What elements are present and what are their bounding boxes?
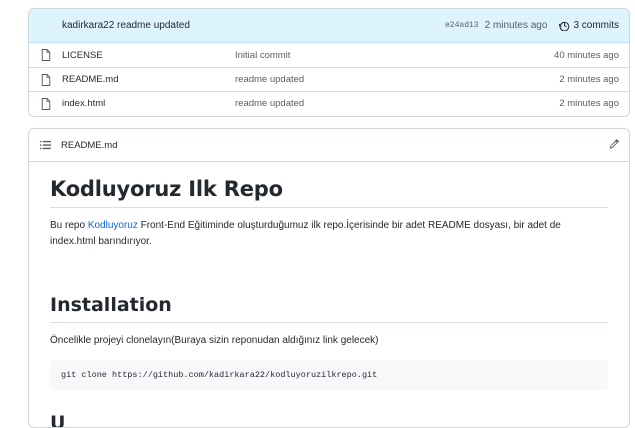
readme-content: Kodluyoruz Ilk Repo Bu repo Kodluyoruz F…: [29, 177, 629, 427]
intro-text-start: Bu repo: [50, 220, 88, 231]
installation-heading: Installation: [50, 294, 608, 323]
file-commit-message[interactable]: readme updated: [235, 74, 559, 85]
commit-message[interactable]: readme updated: [117, 20, 190, 31]
readme-heading: Kodluyoruz Ilk Repo: [50, 177, 608, 208]
edit-pencil-icon[interactable]: [609, 138, 619, 152]
commits-count[interactable]: 3 commits: [573, 20, 619, 31]
commit-author[interactable]: kadirkara22: [62, 20, 114, 31]
commit-time: 2 minutes ago: [484, 20, 548, 31]
readme-intro-paragraph: Bu repo Kodluyoruz Front-End Eğitiminde …: [50, 218, 608, 250]
file-row[interactable]: README.md readme updated 2 minutes ago: [29, 67, 629, 91]
kodluyoruz-link[interactable]: Kodluyoruz: [88, 220, 138, 231]
commit-sha[interactable]: e24ad13: [445, 21, 479, 30]
installation-paragraph: Öncelikle projeyi clonelayın(Buraya sizi…: [50, 335, 379, 346]
file-commit-time: 2 minutes ago: [559, 98, 619, 109]
file-name[interactable]: index.html: [62, 98, 235, 109]
next-heading: U: [50, 412, 608, 427]
commits-link[interactable]: 3 commits: [559, 20, 619, 31]
file-row[interactable]: LICENSE Initial commit 40 minutes ago: [29, 43, 629, 67]
file-name[interactable]: LICENSE: [62, 50, 235, 61]
file-list-box: kadirkara22 readme updated e24ad13 2 min…: [28, 8, 630, 117]
file-commit-time: 40 minutes ago: [554, 49, 619, 61]
readme-box: README.md Kodluyoruz Ilk Repo Bu repo Ko…: [28, 128, 630, 428]
file-icon: [41, 97, 53, 110]
file-icon: [41, 49, 53, 61]
file-name[interactable]: README.md: [62, 74, 235, 85]
file-commit-time: 2 minutes ago: [559, 74, 619, 85]
latest-commit-bar: kadirkara22 readme updated e24ad13 2 min…: [29, 9, 629, 43]
file-commit-message[interactable]: readme updated: [235, 98, 559, 109]
file-commit-message[interactable]: Initial commit: [235, 50, 554, 61]
latest-commit-message[interactable]: kadirkara22 readme updated: [62, 20, 445, 31]
history-icon: [559, 21, 570, 31]
file-row[interactable]: index.html readme updated 2 minutes ago: [29, 91, 629, 115]
git-clone-code-block[interactable]: git clone https://github.com/kadirkara22…: [50, 360, 608, 390]
readme-header: README.md: [29, 129, 629, 162]
readme-filename: README.md: [61, 139, 118, 151]
file-icon: [41, 73, 53, 86]
list-icon[interactable]: [40, 140, 51, 150]
